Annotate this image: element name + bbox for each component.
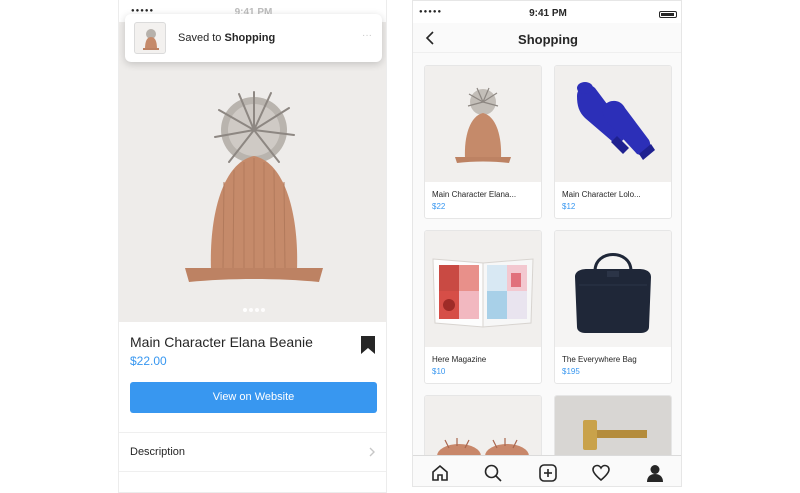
bookmark-icon[interactable]	[361, 336, 375, 354]
nav-bar: Shopping	[413, 23, 681, 53]
more-options-icon[interactable]: ···	[362, 30, 372, 41]
product-grid: Main Character Elana... $22 Main Charact…	[413, 53, 681, 475]
product-thumbnail	[555, 231, 671, 347]
home-icon[interactable]	[430, 463, 450, 483]
beanie-image	[185, 91, 323, 282]
status-time: 9:41 PM	[529, 8, 567, 19]
carousel-dot	[260, 308, 265, 312]
product-name: Main Character Lolo...	[562, 190, 641, 199]
add-post-icon[interactable]	[538, 463, 558, 483]
product-card[interactable]: Main Character Lolo... $12	[554, 65, 672, 219]
shopping-collection-screen: ●●●●● 9:41 PM Shopping Main Character El…	[412, 0, 682, 487]
mittens-image	[577, 82, 655, 160]
toast-message: Saved to Shopping	[178, 32, 275, 44]
page-title: Shopping	[518, 32, 578, 47]
pompom	[214, 91, 295, 163]
product-card[interactable]: Main Character Elana... $22	[424, 65, 542, 219]
product-card[interactable]: Here Magazine $10	[424, 230, 542, 384]
saved-toast[interactable]: Saved to Shopping ···	[125, 14, 382, 62]
product-price: $22	[432, 202, 446, 211]
product-thumbnail	[555, 66, 671, 182]
toast-thumbnail	[134, 22, 166, 54]
product-price: $22.00	[130, 354, 167, 368]
carousel-dot	[248, 308, 253, 312]
heart-icon[interactable]	[591, 463, 611, 483]
bottom-tab-bar	[413, 455, 681, 486]
product-price: $12	[562, 202, 576, 211]
bag-image	[575, 253, 651, 333]
carousel-dot	[242, 308, 247, 312]
toast-prefix: Saved to	[178, 32, 222, 44]
status-bar: ●●●●● 9:41 PM	[413, 1, 681, 23]
product-thumbnail	[425, 231, 541, 347]
product-name: Main Character Elana...	[432, 190, 517, 199]
product-detail-screen: ●●●●● 9:41 PM Saved to Shopping ··· Main…	[118, 0, 387, 493]
product-thumbnail	[425, 66, 541, 182]
magazine-image	[432, 258, 534, 328]
view-on-website-button[interactable]: View on Website	[130, 382, 377, 413]
chevron-right-icon	[369, 447, 375, 457]
profile-icon[interactable]	[645, 463, 665, 483]
product-name: The Everywhere Bag	[562, 355, 637, 364]
description-label: Description	[130, 446, 186, 458]
beanie-thumbnail-icon	[143, 29, 159, 50]
divider	[119, 471, 386, 472]
product-card[interactable]: The Everywhere Bag $195	[554, 230, 672, 384]
beanie-image	[455, 87, 511, 163]
product-name: Here Magazine	[432, 355, 487, 364]
carousel-indicator	[119, 307, 386, 314]
carousel-dot	[254, 308, 259, 312]
product-price: $195	[562, 367, 580, 376]
product-image[interactable]	[119, 22, 386, 322]
toast-collection-name: Shopping	[224, 32, 276, 44]
battery-icon	[659, 11, 677, 18]
product-title: Main Character Elana Beanie	[130, 334, 313, 350]
description-row[interactable]: Description	[119, 433, 386, 471]
product-price: $10	[432, 367, 446, 376]
search-icon[interactable]	[483, 463, 503, 483]
